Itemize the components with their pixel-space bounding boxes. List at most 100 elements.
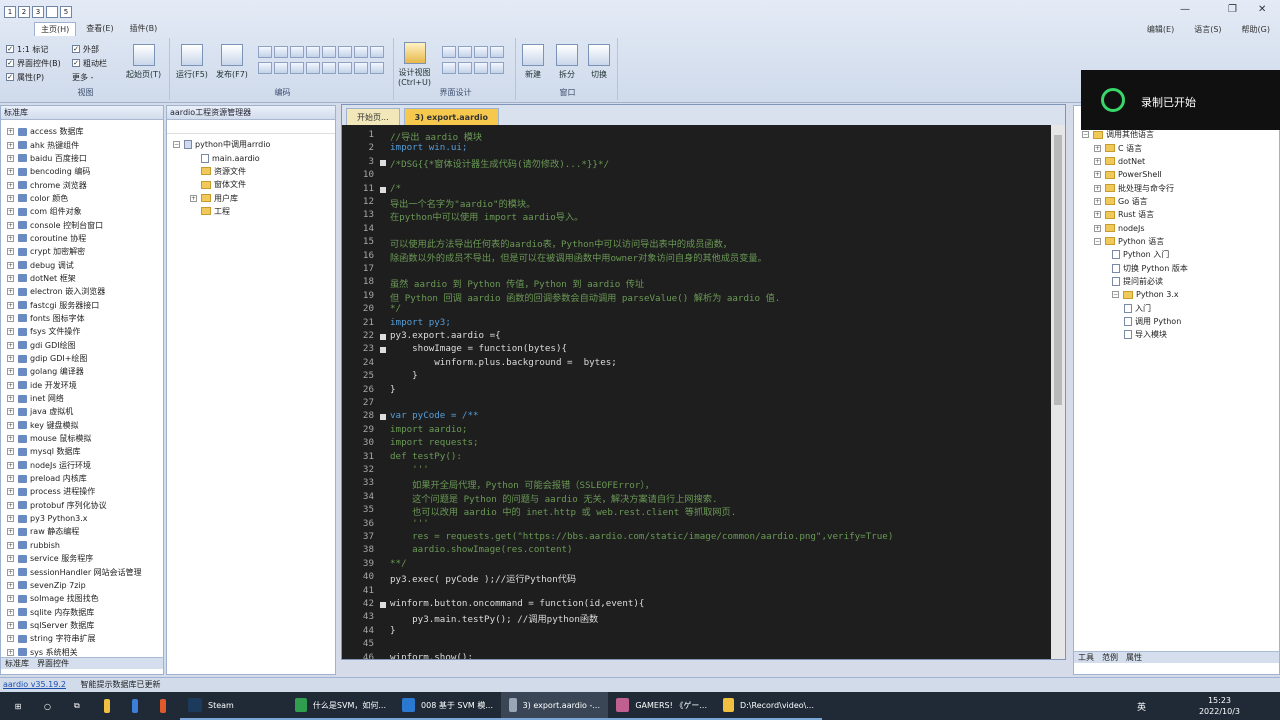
docs-item[interactable]: 切换 Python 版本 [1082, 261, 1279, 274]
expand-icon[interactable]: + [7, 448, 14, 456]
run-button[interactable]: 运行(F5) [176, 44, 208, 80]
library-item[interactable]: + fastcgi 服务器接口 [7, 298, 163, 311]
docs-item[interactable]: 导入模块 [1082, 328, 1279, 341]
expand-icon[interactable]: + [1094, 197, 1101, 205]
expand-icon[interactable]: + [7, 368, 14, 376]
maximize-icon[interactable]: ❐ [1228, 4, 1237, 15]
fold-marker-icon[interactable] [380, 602, 386, 608]
expand-icon[interactable]: + [7, 248, 14, 256]
library-item[interactable]: + mysql 数据库 [7, 445, 163, 458]
tab-plugins[interactable]: 插件(B) [124, 22, 164, 36]
library-item[interactable]: + nodeJs 运行环境 [7, 459, 163, 472]
expand-icon[interactable]: − [1082, 131, 1089, 139]
fold-marker-icon[interactable] [380, 186, 386, 193]
start-page-button[interactable]: 起始页(T) [126, 44, 161, 80]
library-item[interactable]: + sys 系统相关 [7, 645, 163, 657]
tab-tools[interactable]: 工具 [1078, 652, 1094, 663]
expand-icon[interactable]: + [1094, 157, 1101, 165]
checkbox-controls[interactable]: ✓ 界面控件(B) [6, 56, 61, 70]
library-item[interactable]: + raw 静态编程 [7, 525, 163, 538]
edit-menu[interactable]: 编辑(E) [1147, 24, 1174, 35]
clock[interactable]: 15:23 2022/10/3 [1199, 695, 1240, 717]
expand-icon[interactable]: + [7, 461, 14, 469]
scroll-thumb[interactable] [1054, 135, 1062, 405]
docs-item[interactable]: + PowerShell [1082, 168, 1279, 181]
library-item[interactable]: + golang 编译器 [7, 365, 163, 378]
docs-item[interactable]: 入门 [1082, 301, 1279, 314]
split-button[interactable]: 拆分 [556, 44, 578, 80]
docs-item[interactable]: + dotNet [1082, 155, 1279, 168]
checkbox-toolbar[interactable]: ✓ 粗动栏 [72, 56, 107, 70]
expand-icon[interactable]: + [7, 648, 14, 656]
expand-icon[interactable]: + [7, 608, 14, 616]
expand-icon[interactable]: + [1094, 144, 1101, 152]
version-link[interactable]: aardio v35.19.2 [3, 680, 66, 689]
switch-button[interactable]: 切换 [588, 44, 610, 80]
library-item[interactable]: + py3 Python3.x [7, 512, 163, 525]
library-item[interactable]: + com 组件对象 [7, 205, 163, 218]
new-window-button[interactable]: 新建 [522, 44, 544, 80]
docs-item[interactable]: + nodeJs [1082, 221, 1279, 234]
library-item[interactable]: + dotNet 框架 [7, 272, 163, 285]
project-item-resources[interactable]: 资源文件 [173, 165, 335, 178]
expand-icon[interactable]: + [7, 314, 14, 322]
project-item-main[interactable]: main.aardio [173, 151, 335, 164]
library-item[interactable]: + crypt 加密解密 [7, 245, 163, 258]
taskbar-app-folder[interactable]: D:\Record\video\... [715, 692, 822, 720]
library-item[interactable]: + string 字符串扩展 [7, 632, 163, 645]
docs-item[interactable]: + 批处理与命令行 [1082, 181, 1279, 194]
taskbar-app-vscode[interactable]: 008 基于 SVM 模... [394, 692, 501, 720]
library-item[interactable]: + key 键盘模拟 [7, 419, 163, 432]
docs-item[interactable]: + Rust 语言 [1082, 208, 1279, 221]
start-icon[interactable]: ⊞ [0, 692, 36, 720]
taskbar-app-chrome[interactable]: 什么是SVM，如何... [287, 692, 394, 720]
expand-icon[interactable]: + [7, 234, 14, 242]
library-item[interactable]: + gdip GDI+绘图 [7, 352, 163, 365]
expand-icon[interactable]: + [7, 141, 14, 149]
expand-icon[interactable]: + [7, 341, 14, 349]
taskbar-app-aardio[interactable]: 3) export.aardio -... [501, 692, 608, 720]
expand-icon[interactable]: − [1094, 237, 1101, 245]
docs-item[interactable]: + C 语言 [1082, 141, 1279, 154]
qat-button[interactable]: 3 [32, 6, 44, 18]
design-view-button[interactable]: 设计视图 (Ctrl+U) [398, 42, 431, 87]
library-item[interactable]: + fsys 文件操作 [7, 325, 163, 338]
library-item[interactable]: + preload 内核库 [7, 472, 163, 485]
library-item[interactable]: + sevenZip 7zip [7, 579, 163, 592]
checkbox-marker[interactable]: ✓ 1:1 标记 [6, 42, 61, 56]
more-button[interactable]: 更多 - [72, 70, 107, 84]
qat-button[interactable]: 5 [60, 6, 72, 18]
expand-icon[interactable]: + [7, 381, 14, 389]
expand-icon[interactable]: + [7, 181, 14, 189]
library-item[interactable]: + bencoding 编码 [7, 165, 163, 178]
tab-controls[interactable]: 界面控件 [37, 658, 69, 669]
library-item[interactable]: + mouse 鼠标模拟 [7, 432, 163, 445]
library-item[interactable]: + sessionHandler 网站会话管理 [7, 565, 163, 578]
expand-icon[interactable]: + [7, 595, 14, 603]
taskbar-app-gamers[interactable]: GAMERS! 《ゲー... [608, 692, 715, 720]
library-item[interactable]: + sqlServer 数据库 [7, 619, 163, 632]
expand-icon[interactable]: + [7, 261, 14, 269]
expand-icon[interactable]: + [7, 328, 14, 336]
library-item[interactable]: + rubbish [7, 539, 163, 552]
close-icon[interactable]: ✕ [1258, 4, 1266, 15]
library-item[interactable]: + debug 调试 [7, 258, 163, 271]
minimize-icon[interactable]: — [1180, 4, 1190, 15]
language-menu[interactable]: 语言(S) [1194, 24, 1221, 35]
expand-icon[interactable]: + [7, 541, 14, 549]
checkbox-properties[interactable]: ✓ 属性(P) [6, 70, 61, 84]
library-item[interactable]: + sqlite 内存数据库 [7, 605, 163, 618]
library-item[interactable]: + ide 开发环境 [7, 379, 163, 392]
taskbar-app-steam[interactable]: Steam [180, 692, 287, 720]
qat-button[interactable]: 1 [4, 6, 16, 18]
tab-start-page[interactable]: 开始页... [346, 108, 400, 125]
library-item[interactable]: + coroutine 协程 [7, 232, 163, 245]
expand-icon[interactable]: − [1112, 291, 1119, 299]
qat-button[interactable] [46, 6, 58, 18]
expand-icon[interactable]: + [7, 515, 14, 523]
expand-icon[interactable]: + [7, 528, 14, 536]
ime-indicator[interactable]: 英 [1137, 700, 1146, 713]
mail-icon[interactable] [124, 692, 152, 720]
tab-attributes[interactable]: 属性 [1126, 652, 1142, 663]
tab-export-aardio[interactable]: 3) export.aardio [403, 108, 499, 125]
